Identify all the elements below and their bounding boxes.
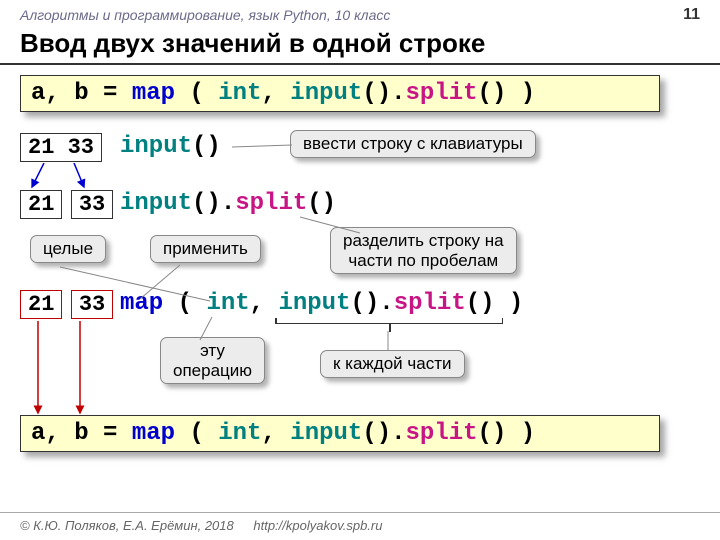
footer-url[interactable]: http://kpolyakov.spb.ru (253, 518, 382, 533)
slide-title: Ввод двух значений в одной строке (0, 26, 720, 65)
bubble-split-desc: разделить строку на части по пробелам (330, 227, 517, 274)
code-input: input() (120, 133, 221, 160)
code-full-top: a, b = map ( int, input().split() ) (20, 75, 660, 112)
box-21-a: 21 (20, 190, 62, 219)
bubble-enter-string: ввести строку с клавиатуры (290, 130, 536, 158)
bubble-integers: целые (30, 235, 106, 263)
split-arrows (24, 163, 104, 191)
box-21-b: 21 (20, 290, 62, 319)
slide-content: a, b = map ( int, input().split() ) 21 3… (0, 75, 720, 495)
bubble-each-part: к каждой части (320, 350, 465, 378)
bubble-apply: применить (150, 235, 261, 263)
copyright: © К.Ю. Поляков, Е.А. Ерёмин, 2018 (20, 518, 234, 533)
box-33-b: 33 (71, 290, 113, 319)
bubble-this-op: эту операцию (160, 337, 265, 384)
code-input-split: input().split() (120, 190, 336, 217)
page-number: 11 (683, 6, 700, 24)
footer: © К.Ю. Поляков, Е.А. Ерёмин, 2018 http:/… (0, 512, 720, 540)
bracket-each-part (275, 323, 503, 331)
box-33-a: 33 (71, 190, 113, 219)
input-raw: 21 33 (20, 133, 102, 162)
course-label: Алгоритмы и программирование, язык Pytho… (20, 7, 390, 23)
code-map-line: map ( int, input().split() ) (120, 290, 523, 317)
code-full-bottom: a, b = map ( int, input().split() ) (20, 415, 660, 452)
assign-arrows (24, 321, 104, 421)
